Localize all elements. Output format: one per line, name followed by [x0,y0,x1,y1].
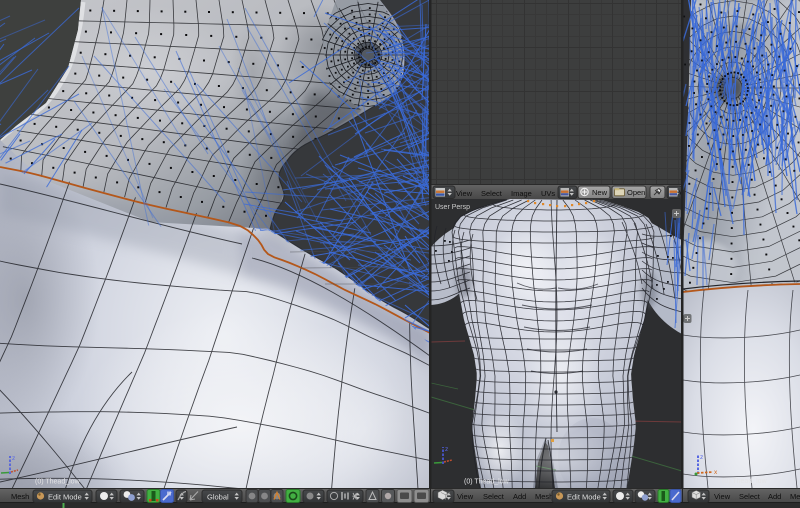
svg-text:Image: Image [511,189,532,198]
svg-text:(0) Thead_low: (0) Thead_low [722,478,768,485]
svg-text:View: View [714,492,731,501]
svg-text:Select: Select [739,492,761,501]
svg-text:UVs: UVs [541,189,555,198]
svg-text:Add: Add [513,492,526,501]
svg-text:User Persp: User Persp [435,204,470,211]
svg-text:View: View [457,492,474,501]
svg-text:View: View [456,189,473,198]
svg-text:Open: Open [627,188,645,197]
svg-text:Edit Mode: Edit Mode [567,493,601,502]
svg-text:Add: Add [768,492,781,501]
svg-text:z: z [700,454,703,461]
svg-text:(0) Thead_low: (0) Thead_low [464,479,510,486]
svg-text:Select: Select [481,189,503,198]
svg-text:z: z [12,455,15,462]
svg-text:Me: Me [790,492,800,501]
svg-text:(0) Thead_low: (0) Thead_low [35,479,81,486]
svg-text:Mesh: Mesh [535,492,553,501]
svg-text:Mesh: Mesh [11,492,29,501]
svg-text:New: New [592,188,608,197]
svg-text:Global: Global [207,493,229,502]
svg-text:z: z [445,446,448,453]
svg-text:Edit Mode: Edit Mode [48,493,82,502]
svg-text:Select: Select [483,492,505,501]
